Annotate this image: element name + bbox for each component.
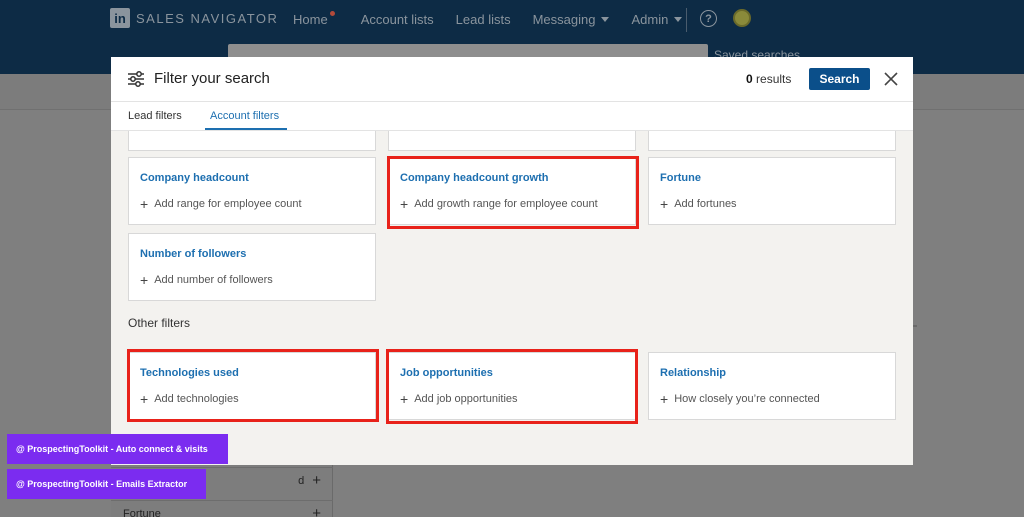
filter-modal: Filter your search 0 results Search Lead… [111,57,913,465]
filter-list: Company headcount + Add range for employe… [111,131,913,465]
modal-header: Filter your search 0 results Search [111,57,913,102]
caret-down-icon [601,17,610,22]
nav-link-messaging[interactable]: Messaging [533,12,610,27]
sidebar-filter-fortune[interactable]: Fortune + [111,500,333,517]
filter-card-relationship[interactable]: Relationship + How closely you’re connect… [648,352,896,420]
plus-icon: + [312,472,321,489]
caret-down-icon [674,17,683,22]
add-filter-action[interactable]: + Add number of followers [140,272,273,288]
filter-card-partial[interactable] [128,131,376,151]
nav-link-account-lists[interactable]: Account lists [361,12,434,27]
search-button[interactable]: Search [809,68,870,90]
filter-card-partial[interactable] [388,131,636,151]
close-icon[interactable] [882,70,900,88]
filter-card-company-headcount[interactable]: Company headcount + Add range for employe… [128,157,376,225]
plus-icon: + [660,196,669,212]
add-filter-action[interactable]: + Add range for employee count [140,196,302,212]
active-tab-indicator [205,128,287,130]
plus-icon: + [140,272,149,288]
nav-link-home[interactable]: Home [293,11,339,27]
filter-sliders-icon [128,71,144,87]
avatar[interactable] [733,9,751,27]
extension-auto-connect-button[interactable]: @ ProspectingToolkit - Auto connect & vi… [7,434,228,464]
extension-emails-extractor-button[interactable]: @ ProspectingToolkit - Emails Extractor [7,469,206,499]
add-filter-action[interactable]: + How closely you’re connected [660,391,820,407]
help-icon[interactable]: ? [700,10,717,27]
nav-link-admin[interactable]: Admin [631,12,683,27]
sidebar-filter-label: d [298,474,305,487]
results-count: 0 results [746,72,792,86]
tab-account-filters[interactable]: Account filters [210,110,279,122]
filter-card-title: Relationship [660,367,727,379]
filter-card-title: Number of followers [140,248,247,260]
divider [913,325,917,327]
plus-icon: + [312,505,321,517]
sidebar-filter-label: Fortune [123,507,161,517]
filter-card-fortune[interactable]: Fortune + Add fortunes [648,157,896,225]
nav-divider [686,8,687,32]
filter-card-number-of-followers[interactable]: Number of followers + Add number of follo… [128,233,376,301]
plus-icon: + [660,391,669,407]
brand[interactable]: in SALES NAVIGATOR [110,8,278,28]
highlight-box [386,349,638,424]
add-filter-action[interactable]: + Add fortunes [660,196,737,212]
section-heading-other-filters: Other filters [128,316,191,330]
filter-card-partial[interactable] [648,131,896,151]
plus-icon: + [140,196,149,212]
filter-card-title: Company headcount [140,172,249,184]
brand-name: SALES NAVIGATOR [136,10,279,26]
nav-link-lead-lists[interactable]: Lead lists [456,12,511,27]
filter-card-title: Fortune [660,172,701,184]
notification-dot [329,11,335,16]
highlight-box [127,349,379,422]
linkedin-logo: in [110,8,130,28]
modal-title: Filter your search [154,70,270,87]
filter-tabs: Lead filters Account filters [111,102,913,131]
highlight-box [387,156,639,229]
tab-lead-filters[interactable]: Lead filters [128,110,182,122]
nav-links: Home Account lists Lead lists Messaging … [293,11,683,27]
